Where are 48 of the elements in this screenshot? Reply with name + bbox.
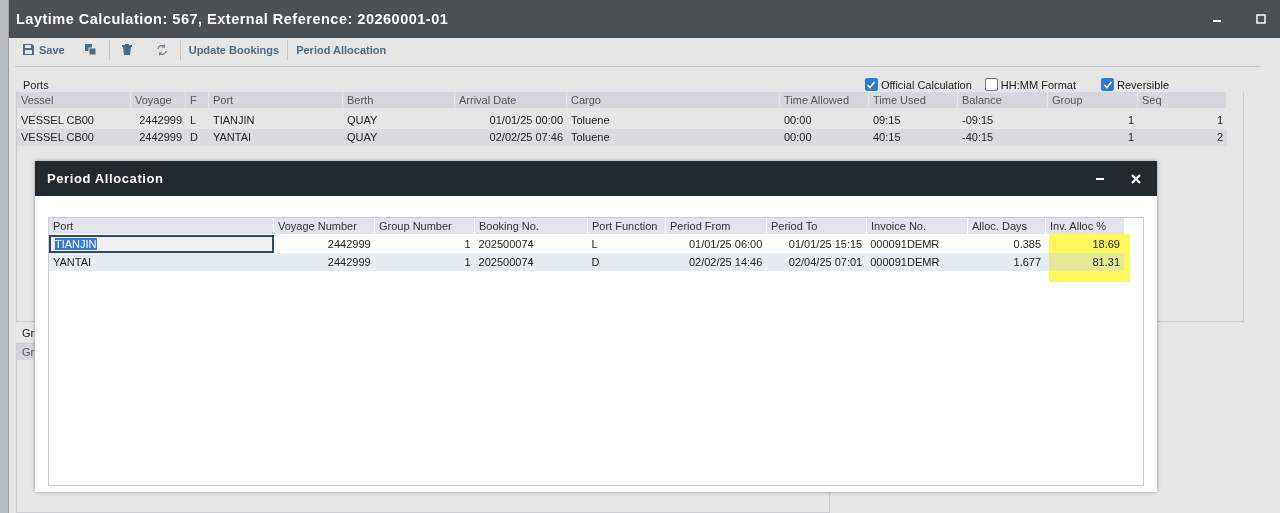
window-title: Laytime Calculation: 567, External Reference: 20260001-01 [16,10,449,27]
column-header[interactable]: Group Number [375,218,475,234]
column-header[interactable]: Period From [666,218,767,234]
checkbox[interactable] [864,78,878,92]
dialog-title: Period Allocation [47,171,164,186]
column-header[interactable]: Voyage [131,92,186,109]
column-header[interactable]: Balance [958,92,1048,109]
table-row[interactable]: VESSEL CB00 2442999 D YANTAI QUAY 02/02/25 07:46 Toluene 00:00 40:15 -40:15 1 2 [17,129,1227,147]
toolbar-button[interactable]: Update Bookings [179,39,288,60]
checkbox[interactable] [1101,78,1115,92]
copy-icon [84,44,97,55]
column-header[interactable]: Cargo [567,92,780,109]
column-header[interactable]: Port Function [588,218,666,234]
column-header[interactable]: Vessel [17,92,131,109]
column-header[interactable]: Port [209,92,343,109]
checkbox-label: HH:MM Format [1000,78,1077,91]
maximize-icon[interactable] [1256,13,1266,24]
table-row[interactable]: TIANJIN 2442999 1 202500074 L 01/01/25 06:00 01/01/25 15:15 000091DEMR 0.385 18.69 [49,235,1124,253]
toolbar-button[interactable]: Period Allocation [287,39,395,60]
column-header[interactable]: Inv. Alloc % [1046,218,1125,234]
close-icon[interactable] [1131,173,1141,184]
checkbox-label: Official Calculation [880,78,972,91]
table-row[interactable]: VESSEL CB00 2442999 L TIANJIN QUAY 01/01/25 00:00 Toluene 00:00 09:15 -09:15 1 1 [17,112,1227,130]
column-header[interactable]: Period To [767,218,867,234]
section-label: Gr [22,327,36,341]
checkmark-icon [1102,79,1113,90]
table-row[interactable]: YANTAI 2442999 1 202500074 D 02/02/25 14:46 02/04/25 07:01 000091DEMR 1.677 81.31 [49,253,1124,271]
column-header[interactable]: Arrival Date [455,92,567,109]
save-button[interactable]: Save [15,39,73,60]
checkbox[interactable] [984,78,998,92]
column-header[interactable]: Time Allowed [780,92,869,109]
column-header[interactable]: Booking No. [475,218,588,234]
column-header[interactable]: Berth [343,92,455,109]
section-label: Ports [23,79,49,92]
column-header[interactable]: Voyage Number [274,218,375,234]
column-header[interactable]: Alloc. Days [968,218,1046,234]
column-header[interactable]: Seq [1138,92,1227,109]
checkmark-icon [866,79,877,90]
column-header[interactable]: Gr [17,346,35,358]
save-icon [23,44,34,55]
trash-icon [121,44,132,55]
column-header[interactable]: Port [49,218,274,234]
checkbox-label: Reversible [1117,78,1169,91]
refresh-icon [155,43,168,56]
column-header[interactable]: Time Used [869,92,958,109]
column-header[interactable]: Group [1048,92,1138,109]
column-header[interactable]: Invoice No. [867,218,968,234]
column-header[interactable]: F [186,92,209,109]
